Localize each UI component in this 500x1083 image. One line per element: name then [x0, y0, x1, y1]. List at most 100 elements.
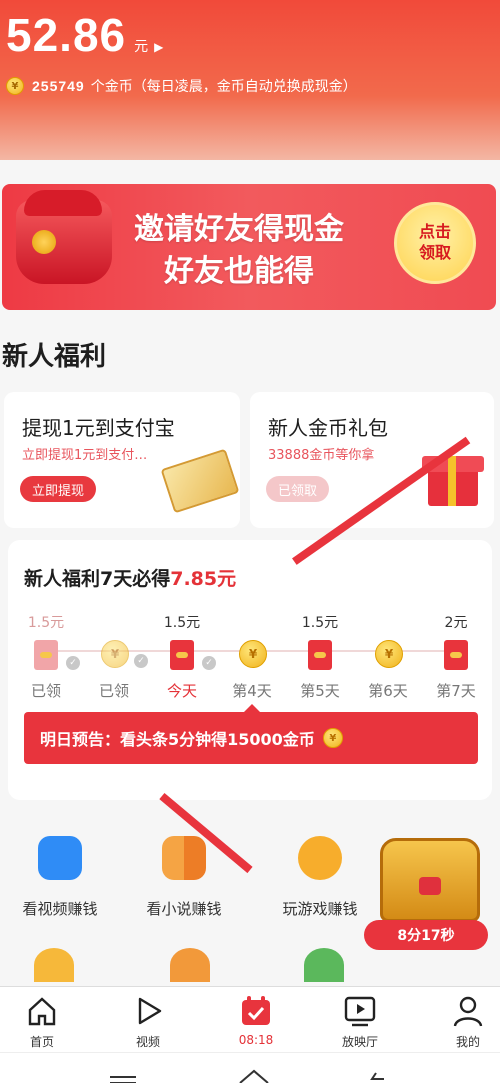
balance-unit: 元 — [134, 39, 149, 55]
video-icon — [38, 836, 82, 880]
nav-theater[interactable]: 放映厅 — [320, 993, 400, 1050]
nav-video[interactable]: 视频 — [108, 993, 188, 1050]
seven-day-title-text: 新人福利7天必得 — [24, 568, 171, 590]
gold-coin-icon — [32, 230, 56, 254]
day-icon-wrap — [443, 640, 469, 670]
day-item: 2元第7天 — [426, 612, 486, 701]
coin-summary: ¥ 255749 个金币（每日凌晨，金币自动兑换成现金） — [6, 76, 357, 96]
home-icon — [24, 993, 60, 1029]
day-icon-wrap: ¥ — [375, 640, 403, 670]
nav-home[interactable]: 首页 — [2, 993, 82, 1050]
balance-display[interactable]: 52.86 元 ▶ — [6, 8, 163, 62]
seven-day-title: 新人福利7天必得7.85元 — [24, 564, 236, 591]
treasure-chest-icon[interactable] — [380, 838, 480, 922]
day-label: 今天 — [166, 682, 197, 700]
day-reward: 1.5元 — [27, 615, 65, 631]
day-item: 1.5元 ✓ 今天 — [152, 612, 216, 701]
gift-box-ribbon — [448, 456, 456, 506]
banner-title: 邀请好友得现金 — [134, 212, 344, 247]
user-icon — [450, 993, 486, 1029]
day-label: 第6天 — [368, 682, 408, 700]
day-reward — [222, 612, 282, 634]
screen-icon — [342, 993, 378, 1029]
system-nav-icons — [110, 1069, 384, 1083]
coin-icon: ¥ — [239, 640, 267, 668]
nav-mine[interactable]: 我的 — [428, 993, 500, 1050]
seven-day-card: 新人福利7天必得7.85元 1.5元 ✓ 已领 ¥ ✓ 已领 1.5元 ✓ 今天 ¥ 第4天 1.5元… — [8, 540, 492, 800]
check-icon: ✓ — [134, 654, 148, 668]
claimed-button[interactable]: 已领取 — [266, 476, 330, 502]
withdraw-card-subtitle: 立即提现1元到支付… — [22, 448, 148, 463]
day-icon-wrap: ✓ — [169, 640, 216, 670]
day-icon-wrap: ✓ — [33, 640, 80, 670]
drumstick-icon[interactable] — [170, 948, 210, 982]
day-reward — [84, 612, 144, 634]
book-icon — [162, 836, 206, 880]
system-nav-bar — [0, 1052, 500, 1083]
day-label: 第4天 — [232, 682, 272, 700]
moon-icon[interactable] — [34, 948, 74, 982]
nav-label: 放映厅 — [341, 1035, 378, 1049]
day-label: 已领 — [98, 682, 129, 700]
tile-label: 看小说赚钱 — [146, 900, 222, 918]
day-item: ¥ 第6天 — [358, 612, 418, 701]
nav-label: 08:18 — [238, 1033, 274, 1047]
day-item: 1.5元 ✓ 已领 — [16, 612, 80, 701]
seven-day-amount: 7.85元 — [170, 568, 237, 590]
day-icon-wrap — [307, 640, 333, 670]
bottom-nav: 首页 视频 08:18 放映厅 我的 — [0, 986, 500, 1052]
tomorrow-preview-text: 明日预告：看头条5分钟得15000金币 — [40, 730, 315, 749]
day-label: 已领 — [30, 682, 61, 700]
tomorrow-preview[interactable]: 明日预告：看头条5分钟得15000金币 ¥ — [24, 712, 478, 764]
day-label: 第7天 — [436, 682, 476, 700]
balance-value: 52.86 — [6, 9, 127, 61]
withdraw-button[interactable]: 立即提现 — [20, 476, 97, 502]
day-item: 1.5元 第5天 — [290, 612, 350, 701]
tile-game-earn[interactable]: 玩游戏赚钱 — [260, 836, 380, 919]
chevron-right-icon: ▶ — [154, 40, 164, 54]
red-envelope-icon — [308, 640, 332, 670]
coin-description: 个金币（每日凌晨，金币自动兑换成现金） — [90, 79, 357, 95]
red-envelope-icon — [170, 640, 194, 670]
day-item: ¥ 第4天 — [222, 612, 282, 701]
tree-icon[interactable] — [304, 948, 344, 982]
day-item: ¥ ✓ 已领 — [84, 612, 148, 701]
play-icon — [130, 993, 166, 1029]
preview-pointer — [244, 704, 260, 712]
tile-video-earn[interactable]: 看视频赚钱 — [0, 836, 120, 919]
claim-button[interactable]: 点击 领取 — [394, 202, 476, 284]
day-reward: 2元 — [444, 615, 468, 631]
red-bag-top — [24, 190, 102, 216]
banner-subtitle: 好友也能得 — [164, 254, 314, 289]
day-icon-wrap: ¥ ✓ — [101, 640, 148, 670]
tile-label: 玩游戏赚钱 — [282, 900, 358, 918]
coin-icon: ¥ — [101, 640, 129, 668]
coin-gift-subtitle: 33888金币等你拿 — [268, 448, 375, 463]
coin-icon: ¥ — [322, 728, 343, 748]
check-icon: ✓ — [202, 656, 216, 670]
claim-button-line1: 点击 — [418, 222, 451, 242]
day-icon-wrap: ¥ — [239, 640, 267, 670]
claim-button-line2: 领取 — [418, 243, 451, 262]
game-icon — [298, 836, 342, 880]
nav-calendar[interactable]: 08:18 — [216, 993, 296, 1047]
account-header: 52.86 元 ▶ ¥ 255749 个金币（每日凌晨，金币自动兑换成现金） — [0, 0, 500, 160]
coin-amount: 255749 — [32, 78, 85, 94]
coin-gift-title: 新人金币礼包 — [268, 416, 388, 440]
day-reward: 1.5元 — [163, 615, 201, 631]
withdraw-card-title: 提现1元到支付宝 — [22, 416, 175, 440]
day-reward: 1.5元 — [301, 615, 339, 631]
coin-icon: ¥ — [6, 77, 24, 95]
section-title: 新人福利 — [2, 342, 107, 372]
calendar-icon — [238, 993, 274, 1029]
chest-timer[interactable]: 8分17秒 — [364, 920, 488, 950]
invite-banner[interactable]: 邀请好友得现金 好友也能得 点击 领取 — [2, 184, 496, 310]
tile-label: 看视频赚钱 — [22, 900, 98, 918]
cash-stack-icon — [160, 448, 240, 514]
withdraw-card[interactable]: 提现1元到支付宝 立即提现1元到支付… 立即提现 — [4, 392, 240, 528]
nav-label: 视频 — [135, 1035, 160, 1049]
nav-label: 我的 — [455, 1035, 480, 1049]
day-reward — [358, 612, 418, 634]
red-envelope-icon — [34, 640, 58, 670]
nav-label: 首页 — [29, 1035, 54, 1049]
